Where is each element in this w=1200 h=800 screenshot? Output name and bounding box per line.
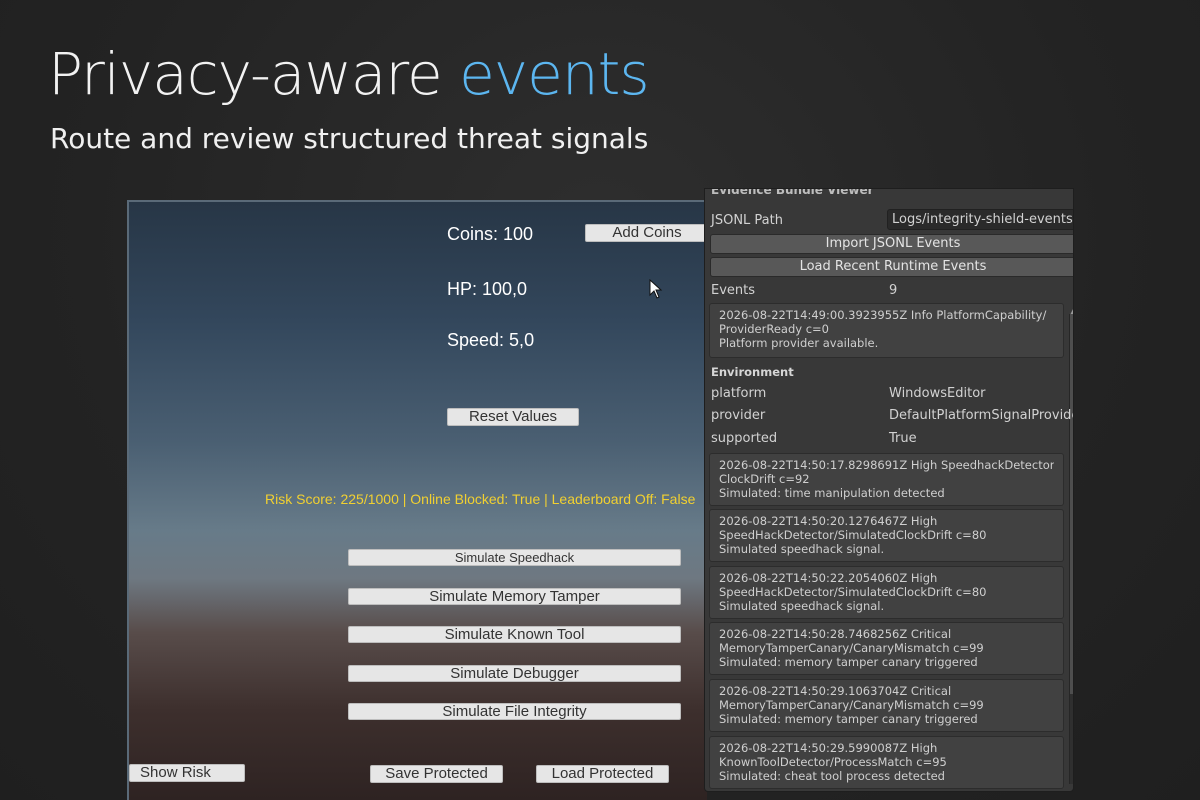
event-line: MemoryTamperCanary/CanaryMismatch c=99 xyxy=(719,698,984,712)
event-line: 2026-08-22T14:50:22.2054060Z High xyxy=(719,571,938,585)
import-jsonl-button[interactable]: Import JSONL Events xyxy=(710,234,1073,254)
event-line: SpeedHackDetector/SimulatedClockDrift c=… xyxy=(719,528,987,542)
hero-title-accent: events xyxy=(459,40,649,108)
event-line: 2026-08-22T14:50:29.1063704Z Critical xyxy=(719,684,952,698)
event-line: 2026-08-22T14:50:20.1276467Z High xyxy=(719,514,938,528)
event-line: Simulated: time manipulation detected xyxy=(719,486,945,500)
event-line: 2026-08-22T14:49:00.3923955Z Info Platfo… xyxy=(719,308,1047,322)
simulate-file-integrity-button[interactable]: Simulate File Integrity xyxy=(348,703,681,720)
event-line: Simulated speedhack signal. xyxy=(719,599,885,613)
load-recent-events-button[interactable]: Load Recent Runtime Events xyxy=(710,257,1073,277)
simulate-speedhack-button[interactable]: Simulate Speedhack xyxy=(348,549,681,566)
event-line: 2026-08-22T14:50:29.5990087Z High xyxy=(719,741,938,755)
event-entry[interactable]: 2026-08-22T14:50:17.8298691Z High Speedh… xyxy=(709,453,1064,506)
jsonl-path-field[interactable]: Logs/integrity-shield-events xyxy=(887,209,1073,230)
scroll-thumb[interactable] xyxy=(1070,314,1073,694)
env-value-platform: WindowsEditor xyxy=(889,386,986,401)
save-protected-button[interactable]: Save Protected xyxy=(370,765,503,783)
evidence-bundle-viewer-panel: Evidence Bundle Viewer JSONL Path Logs/i… xyxy=(704,188,1074,792)
env-key-provider: provider xyxy=(711,408,766,423)
event-entry[interactable]: 2026-08-22T14:50:29.5990087Z High KnownT… xyxy=(709,736,1064,789)
simulate-memory-tamper-button[interactable]: Simulate Memory Tamper xyxy=(348,588,681,605)
hero-subtitle: Route and review structured threat signa… xyxy=(50,122,649,155)
event-line: KnownToolDetector/ProcessMatch c=95 xyxy=(719,755,947,769)
reset-values-button[interactable]: Reset Values xyxy=(447,408,579,426)
jsonl-path-label: JSONL Path xyxy=(711,213,783,228)
env-key-supported: supported xyxy=(711,431,778,446)
events-label: Events xyxy=(711,283,756,298)
event-line: SpeedHackDetector/SimulatedClockDrift c=… xyxy=(719,585,987,599)
hero-title: Privacy-aware events xyxy=(48,40,650,108)
event-line: Platform provider available. xyxy=(719,336,879,350)
event-entry[interactable]: 2026-08-22T14:50:22.2054060Z High SpeedH… xyxy=(709,566,1064,619)
add-coins-button[interactable]: Add Coins xyxy=(585,224,707,242)
event-line: 2026-08-22T14:50:28.7468256Z Critical xyxy=(719,627,952,641)
env-key-platform: platform xyxy=(711,386,767,401)
event-line: 2026-08-22T14:50:17.8298691Z High Speedh… xyxy=(719,458,1054,472)
hp-label: HP: 100,0 xyxy=(447,279,528,299)
event-entry[interactable]: 2026-08-22T14:50:28.7468256Z Critical Me… xyxy=(709,622,1064,675)
event-entry[interactable]: 2026-08-22T14:49:00.3923955Z Info Platfo… xyxy=(709,303,1064,358)
event-line: Simulated speedhack signal. xyxy=(719,542,885,556)
show-risk-button[interactable]: Show Risk xyxy=(129,764,245,782)
environment-header: Environment xyxy=(711,365,794,379)
events-count: 9 xyxy=(889,283,898,298)
panel-title: Evidence Bundle Viewer xyxy=(711,188,874,197)
event-line: Simulated: memory tamper canary triggere… xyxy=(719,712,978,726)
simulate-known-tool-button[interactable]: Simulate Known Tool xyxy=(348,626,681,643)
event-line: Simulated: memory tamper canary triggere… xyxy=(719,655,978,669)
event-entry[interactable]: 2026-08-22T14:50:20.1276467Z High SpeedH… xyxy=(709,509,1064,562)
simulate-debugger-button[interactable]: Simulate Debugger xyxy=(348,665,681,682)
event-line: ClockDrift c=92 xyxy=(719,472,810,486)
event-line: MemoryTamperCanary/CanaryMismatch c=99 xyxy=(719,641,984,655)
load-protected-button[interactable]: Load Protected xyxy=(536,765,669,783)
scrollbar[interactable] xyxy=(1069,314,1073,784)
event-entry[interactable]: 2026-08-22T14:50:29.1063704Z Critical Me… xyxy=(709,679,1064,732)
event-line: ProviderReady c=0 xyxy=(719,322,829,336)
hero-title-main: Privacy-aware xyxy=(48,40,460,108)
event-line: Simulated: cheat tool process detected xyxy=(719,769,945,783)
coins-label: Coins: 100 xyxy=(447,224,534,244)
env-value-provider: DefaultPlatformSignalProvider xyxy=(889,408,1074,423)
speed-label: Speed: 5,0 xyxy=(447,330,535,350)
mouse-cursor-icon xyxy=(649,279,663,299)
risk-status-text: Risk Score: 225/1000 | Online Blocked: T… xyxy=(265,491,696,507)
game-view: Coins: 100 Add Coins HP: 100,0 Speed: 5,… xyxy=(127,200,707,800)
env-value-supported: True xyxy=(889,431,917,446)
